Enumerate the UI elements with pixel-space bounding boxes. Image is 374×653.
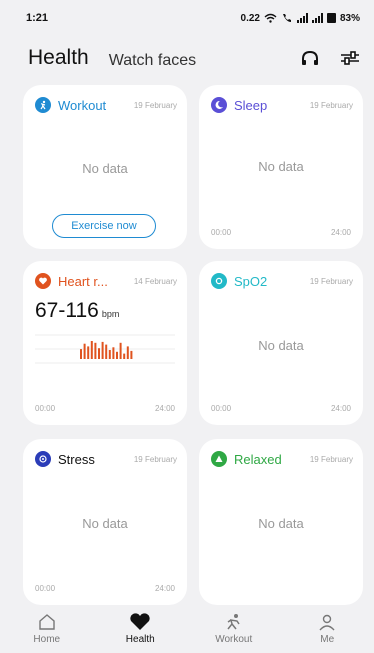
- stress-card[interactable]: Stress 19 February No data 00:00 24:00: [23, 439, 187, 605]
- heart-rate-bar: [105, 344, 108, 359]
- running-icon: [227, 614, 240, 630]
- heart-rate-bar: [87, 346, 90, 359]
- relaxed-date: 19 February: [309, 454, 353, 464]
- signal-icon: [296, 13, 308, 23]
- nav-home-label: Home: [33, 634, 61, 645]
- exercise-now-button[interactable]: Exercise now: [52, 214, 156, 238]
- heart-rate-bar: [123, 353, 126, 359]
- moon-icon: [211, 97, 227, 113]
- nav-health-label: Health: [125, 634, 155, 645]
- workout-date: 19 February: [133, 100, 177, 110]
- spo2-title: SpO2: [234, 273, 268, 289]
- sleep-date: 19 February: [309, 100, 353, 110]
- nav-health[interactable]: Health: [94, 609, 188, 653]
- workout-title: Workout: [58, 97, 107, 113]
- axis-end: 24:00: [330, 404, 351, 413]
- heart-rate-range: 67-116 bpm: [35, 299, 119, 323]
- heart-rate-bar: [130, 350, 133, 359]
- heart-icon: [130, 613, 150, 630]
- axis-start: 00:00: [35, 404, 56, 413]
- nav-me-label: Me: [320, 634, 335, 645]
- axis-end: 24:00: [330, 228, 351, 237]
- bottom-nav: Home Health Workout Me: [0, 609, 374, 653]
- stress-axis: 00:00 24:00: [35, 584, 175, 593]
- sleep-title: Sleep: [234, 97, 268, 113]
- app-header: Health Watch faces: [0, 38, 374, 78]
- heart-rate-bar: [98, 348, 100, 359]
- home-icon: [39, 614, 55, 630]
- sleep-axis: 00:00 24:00: [211, 228, 351, 237]
- heart-icon: [35, 273, 51, 289]
- wifi-icon: [264, 13, 277, 23]
- heart-rate-bar: [119, 342, 122, 359]
- axis-start: 00:00: [211, 404, 232, 413]
- heart-rate-date: 14 February: [133, 276, 177, 286]
- nav-workout-label: Workout: [215, 634, 253, 645]
- page-title[interactable]: Health: [28, 46, 89, 70]
- headphones-icon[interactable]: [300, 49, 320, 67]
- status-time: 1:21: [26, 12, 49, 24]
- spo2-no-data: No data: [258, 338, 304, 353]
- heart-rate-bar: [126, 346, 129, 359]
- relaxed-card[interactable]: Relaxed 19 February No data: [199, 439, 363, 605]
- nav-workout[interactable]: Workout: [187, 609, 281, 653]
- status-indicators: 0.22 83%: [241, 13, 360, 24]
- relaxed-title: Relaxed: [234, 451, 282, 467]
- heart-rate-bar: [101, 341, 104, 359]
- heart-rate-bar: [112, 347, 115, 359]
- heart-rate-bar: [94, 342, 97, 359]
- heart-rate-value: 67-116: [35, 299, 99, 322]
- battery-level: 83%: [339, 12, 360, 24]
- spo2-date: 19 February: [309, 276, 353, 286]
- heart-rate-bar: [80, 349, 82, 359]
- settings-sliders-icon[interactable]: [340, 49, 360, 67]
- workout-no-data: No data: [82, 161, 128, 176]
- spo2-card[interactable]: SpO2 19 February No data 00:00 24:00: [199, 261, 363, 425]
- nav-me[interactable]: Me: [281, 609, 374, 653]
- stress-title: Stress: [58, 451, 95, 467]
- call-icon: [282, 14, 291, 22]
- axis-start: 00:00: [211, 228, 232, 237]
- battery-icon: [326, 13, 336, 23]
- spo2-icon: [211, 273, 227, 289]
- heart-rate-unit: bpm: [101, 309, 120, 319]
- stress-icon: [35, 451, 51, 467]
- nav-home[interactable]: Home: [0, 609, 94, 653]
- sleep-card[interactable]: Sleep 19 February No data 00:00 24:00: [199, 85, 363, 249]
- heart-rate-card[interactable]: Heart r... 14 February 67-116 bpm 00:00 2…: [23, 261, 187, 425]
- axis-start: 00:00: [35, 584, 56, 593]
- spo2-axis: 00:00 24:00: [211, 404, 351, 413]
- stress-no-data: No data: [82, 516, 128, 531]
- relaxed-icon: [211, 451, 227, 467]
- heart-rate-bar: [83, 343, 86, 359]
- heart-rate-bar: [116, 351, 118, 359]
- person-icon: [319, 614, 335, 631]
- workout-card[interactable]: Workout 19 February No data Exercise now: [23, 85, 187, 249]
- heart-rate-bar: [108, 350, 111, 359]
- heart-rate-chart: [35, 334, 175, 364]
- stress-date: 19 February: [133, 454, 177, 464]
- axis-end: 24:00: [154, 404, 175, 413]
- signal-icon-2: [311, 13, 323, 23]
- tab-watch-faces[interactable]: Watch faces: [109, 52, 196, 70]
- heart-rate-bar: [90, 341, 93, 359]
- status-bar: 1:21 0.22 83%: [0, 0, 374, 36]
- running-icon: [35, 97, 51, 113]
- sleep-no-data: No data: [258, 159, 304, 174]
- heart-rate-title: Heart r...: [58, 273, 108, 289]
- net-speed: 0.22: [240, 12, 260, 24]
- axis-end: 24:00: [154, 584, 175, 593]
- heart-rate-axis: 00:00 24:00: [35, 404, 175, 413]
- relaxed-no-data: No data: [258, 516, 304, 531]
